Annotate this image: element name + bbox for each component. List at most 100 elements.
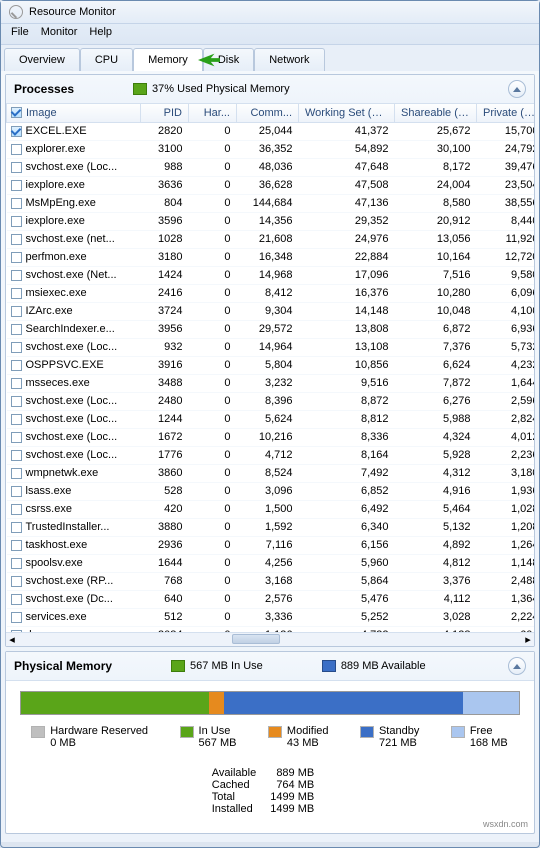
table-row[interactable]: svchost.exe (Net...1424014,96817,0967,51… xyxy=(7,266,535,284)
table-row[interactable]: svchost.exe (Loc...932014,96413,1087,376… xyxy=(7,338,535,356)
table-row[interactable]: svchost.exe (Loc...177604,7128,1645,9282… xyxy=(7,446,535,464)
row-checkbox[interactable] xyxy=(11,396,22,407)
column-header[interactable]: Private (KB) xyxy=(477,104,535,122)
collapse-physmem-button[interactable] xyxy=(508,657,526,675)
row-checkbox[interactable] xyxy=(11,162,22,173)
table-row[interactable]: explorer.exe3100036,35254,89230,10024,79… xyxy=(7,140,535,158)
cell-value: 5,988 xyxy=(395,410,477,428)
column-header[interactable]: Image xyxy=(7,104,141,122)
menu-file[interactable]: File xyxy=(11,26,29,38)
table-row[interactable]: svchost.exe (net...1028021,60824,97613,0… xyxy=(7,230,535,248)
table-row[interactable]: msiexec.exe241608,41216,37610,2806,096 xyxy=(7,284,535,302)
row-checkbox[interactable] xyxy=(11,324,22,335)
scroll-left-icon[interactable]: ◂ xyxy=(6,634,18,646)
row-checkbox[interactable] xyxy=(11,558,22,569)
scroll-right-icon[interactable]: ▸ xyxy=(522,634,534,646)
menu-help[interactable]: Help xyxy=(89,26,112,38)
cell-value: 4,232 xyxy=(477,356,535,374)
row-checkbox[interactable] xyxy=(11,216,22,227)
table-row[interactable]: dwm.exe308401,1364,7324,128604 xyxy=(7,626,535,632)
menu-monitor[interactable]: Monitor xyxy=(41,26,78,38)
cell-value: 144,684 xyxy=(237,194,299,212)
tab-cpu[interactable]: CPU xyxy=(80,48,133,71)
column-header[interactable]: PID xyxy=(141,104,189,122)
column-header[interactable]: Working Set (KB) xyxy=(299,104,395,122)
row-checkbox[interactable] xyxy=(11,432,22,443)
row-checkbox[interactable] xyxy=(11,378,22,389)
cell-value: 1,592 xyxy=(237,518,299,536)
row-checkbox[interactable] xyxy=(11,234,22,245)
row-checkbox[interactable] xyxy=(11,342,22,353)
table-row[interactable]: EXCEL.EXE2820025,04441,37225,67215,700 xyxy=(7,122,535,140)
table-row[interactable]: services.exe51203,3365,2523,0282,224 xyxy=(7,608,535,626)
table-row[interactable]: spoolsv.exe164404,2565,9604,8121,148 xyxy=(7,554,535,572)
physmem-header[interactable]: Physical Memory 567 MB In Use 889 MB Ava… xyxy=(6,652,534,681)
row-checkbox[interactable] xyxy=(11,252,22,263)
tab-overview[interactable]: Overview xyxy=(4,48,80,71)
row-checkbox[interactable] xyxy=(11,306,22,317)
row-checkbox[interactable] xyxy=(11,486,22,497)
table-row[interactable]: perfmon.exe3180016,34822,88410,16412,720 xyxy=(7,248,535,266)
cell-value: 2936 xyxy=(141,536,189,554)
table-row[interactable]: iexplore.exe3596014,35629,35220,9128,440 xyxy=(7,212,535,230)
cell-value: 7,872 xyxy=(395,374,477,392)
row-checkbox[interactable] xyxy=(11,126,22,137)
tab-memory[interactable]: Memory xyxy=(133,48,203,71)
row-checkbox[interactable] xyxy=(11,414,22,425)
table-row[interactable]: SearchIndexer.e...3956029,57213,8086,872… xyxy=(7,320,535,338)
table-row[interactable]: MsMpEng.exe8040144,68447,1368,58038,556 xyxy=(7,194,535,212)
column-header[interactable]: Comm... xyxy=(237,104,299,122)
column-header[interactable]: Shareable (KB) xyxy=(395,104,477,122)
stat-row: Installed1499 MB xyxy=(212,803,328,815)
cell-value: 1028 xyxy=(141,230,189,248)
row-checkbox[interactable] xyxy=(11,612,22,623)
table-row[interactable]: IZArc.exe372409,30414,14810,0484,100 xyxy=(7,302,535,320)
cell-value: 6,340 xyxy=(299,518,395,536)
table-row[interactable]: csrss.exe42001,5006,4925,4641,028 xyxy=(7,500,535,518)
tab-network[interactable]: Network xyxy=(254,48,324,71)
table-row[interactable]: svchost.exe (Loc...124405,6248,8125,9882… xyxy=(7,410,535,428)
row-checkbox[interactable] xyxy=(11,270,22,281)
row-checkbox[interactable] xyxy=(11,144,22,155)
table-row[interactable]: lsass.exe52803,0966,8524,9161,936 xyxy=(7,482,535,500)
table-row[interactable]: wmpnetwk.exe386008,5247,4924,3123,180 xyxy=(7,464,535,482)
cell-value: 13,808 xyxy=(299,320,395,338)
row-checkbox[interactable] xyxy=(11,468,22,479)
scrollbar-thumb[interactable] xyxy=(232,634,280,644)
collapse-processes-button[interactable] xyxy=(508,80,526,98)
cell-value: 932 xyxy=(141,338,189,356)
horizontal-scrollbar[interactable]: ◂ ▸ xyxy=(6,632,534,646)
row-checkbox[interactable] xyxy=(11,198,22,209)
physmem-available: 889 MB Available xyxy=(323,660,426,672)
table-row[interactable]: taskhost.exe293607,1166,1564,8921,264 xyxy=(7,536,535,554)
row-checkbox[interactable] xyxy=(11,450,22,461)
table-row[interactable]: svchost.exe (Loc...248008,3968,8726,2762… xyxy=(7,392,535,410)
cell-value: 3,028 xyxy=(395,608,477,626)
processes-header[interactable]: Processes 37% Used Physical Memory xyxy=(6,75,534,104)
table-row[interactable]: svchost.exe (Loc...988048,03647,6488,172… xyxy=(7,158,535,176)
cell-value: 2416 xyxy=(141,284,189,302)
row-checkbox[interactable] xyxy=(11,594,22,605)
row-checkbox[interactable] xyxy=(11,522,22,533)
legend-swatch-icon xyxy=(181,727,193,737)
row-checkbox[interactable] xyxy=(11,288,22,299)
table-row[interactable]: svchost.exe (Loc...1672010,2168,3364,324… xyxy=(7,428,535,446)
table-row[interactable]: iexplore.exe3636036,62847,50824,00423,50… xyxy=(7,176,535,194)
table-row[interactable]: TrustedInstaller...388001,5926,3405,1321… xyxy=(7,518,535,536)
row-checkbox[interactable] xyxy=(11,180,22,191)
row-checkbox[interactable] xyxy=(11,504,22,515)
table-row[interactable]: msseces.exe348803,2329,5167,8721,644 xyxy=(7,374,535,392)
cell-value: 768 xyxy=(141,572,189,590)
row-checkbox[interactable] xyxy=(11,360,22,371)
processes-subtitle: 37% Used Physical Memory xyxy=(134,83,290,95)
column-header[interactable]: Har... xyxy=(189,104,237,122)
cell-value: 7,516 xyxy=(395,266,477,284)
table-row[interactable]: OSPPSVC.EXE391605,80410,8566,6244,232 xyxy=(7,356,535,374)
table-row[interactable]: svchost.exe (RP...76803,1685,8643,3762,4… xyxy=(7,572,535,590)
row-checkbox[interactable] xyxy=(11,540,22,551)
tab-disk[interactable]: Disk xyxy=(203,48,254,71)
row-checkbox[interactable] xyxy=(11,630,22,632)
row-checkbox[interactable] xyxy=(11,576,22,587)
table-row[interactable]: svchost.exe (Dc...64002,5765,4764,1121,3… xyxy=(7,590,535,608)
select-all-checkbox[interactable] xyxy=(11,107,22,118)
